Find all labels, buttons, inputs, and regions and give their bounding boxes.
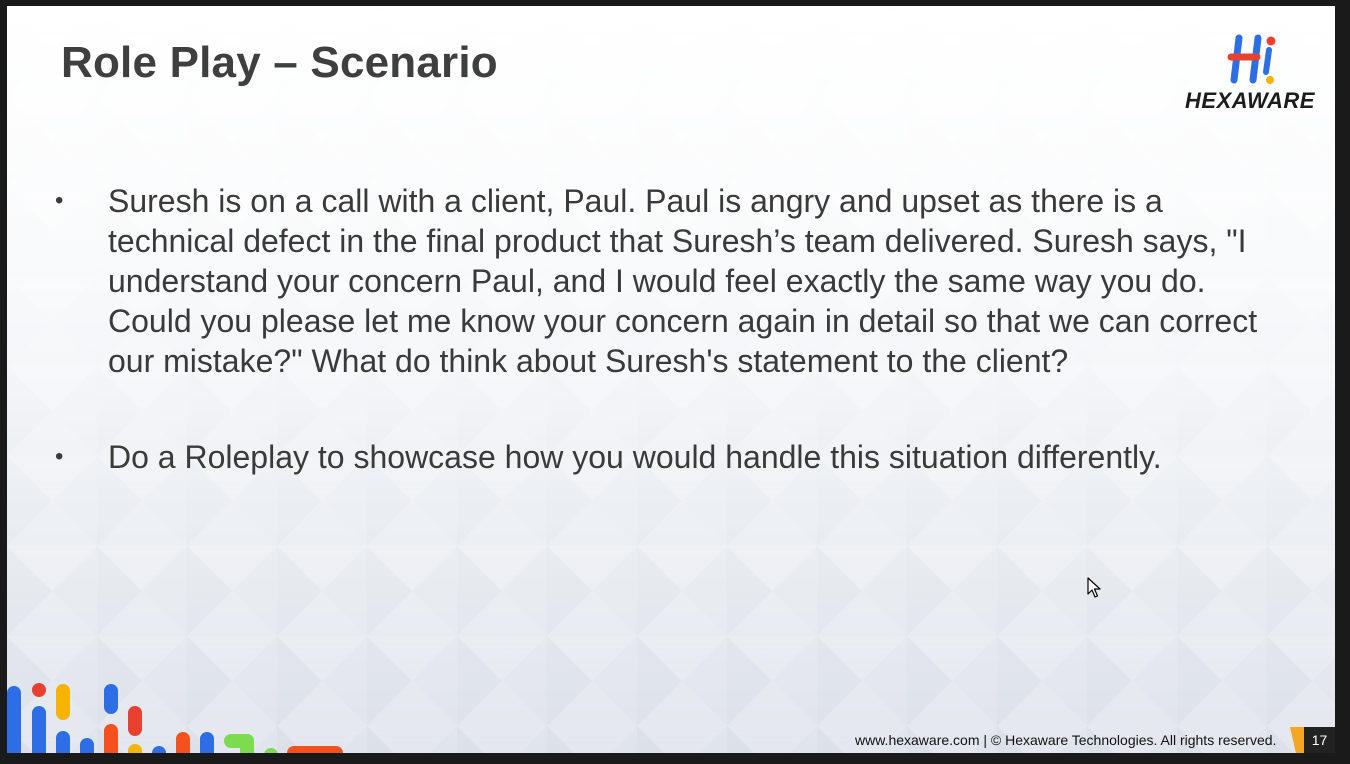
hexaware-logo: HEXAWARE	[1177, 34, 1322, 114]
bullet-item: • Do a Roleplay to showcase how you woul…	[55, 437, 1285, 477]
mouse-pointer-icon	[1087, 577, 1101, 598]
page-number: 17	[1304, 727, 1335, 753]
bullet-list: • Suresh is on a call with a client, Pau…	[55, 181, 1285, 533]
bullet-text: Do a Roleplay to showcase how you would …	[108, 439, 1162, 475]
bullet-symbol: •	[55, 443, 64, 470]
footer-copyright: www.hexaware.com | © Hexaware Technologi…	[855, 732, 1277, 748]
bullet-text: Suresh is on a call with a client, Paul.…	[108, 183, 1258, 379]
logo-wordmark: HEXAWARE	[1185, 88, 1315, 113]
hexaware-logo-mark-icon	[1227, 34, 1276, 84]
page-number-badge: 17	[1290, 727, 1335, 753]
decorative-color-bars	[7, 683, 343, 753]
bullet-item: • Suresh is on a call with a client, Pau…	[55, 181, 1285, 381]
bullet-symbol: •	[55, 187, 64, 214]
presentation-slide: Role Play – Scenario HEXAWARE • Suresh i…	[7, 6, 1335, 753]
slide-title: Role Play – Scenario	[61, 38, 498, 87]
page-badge-accent	[1290, 727, 1304, 753]
